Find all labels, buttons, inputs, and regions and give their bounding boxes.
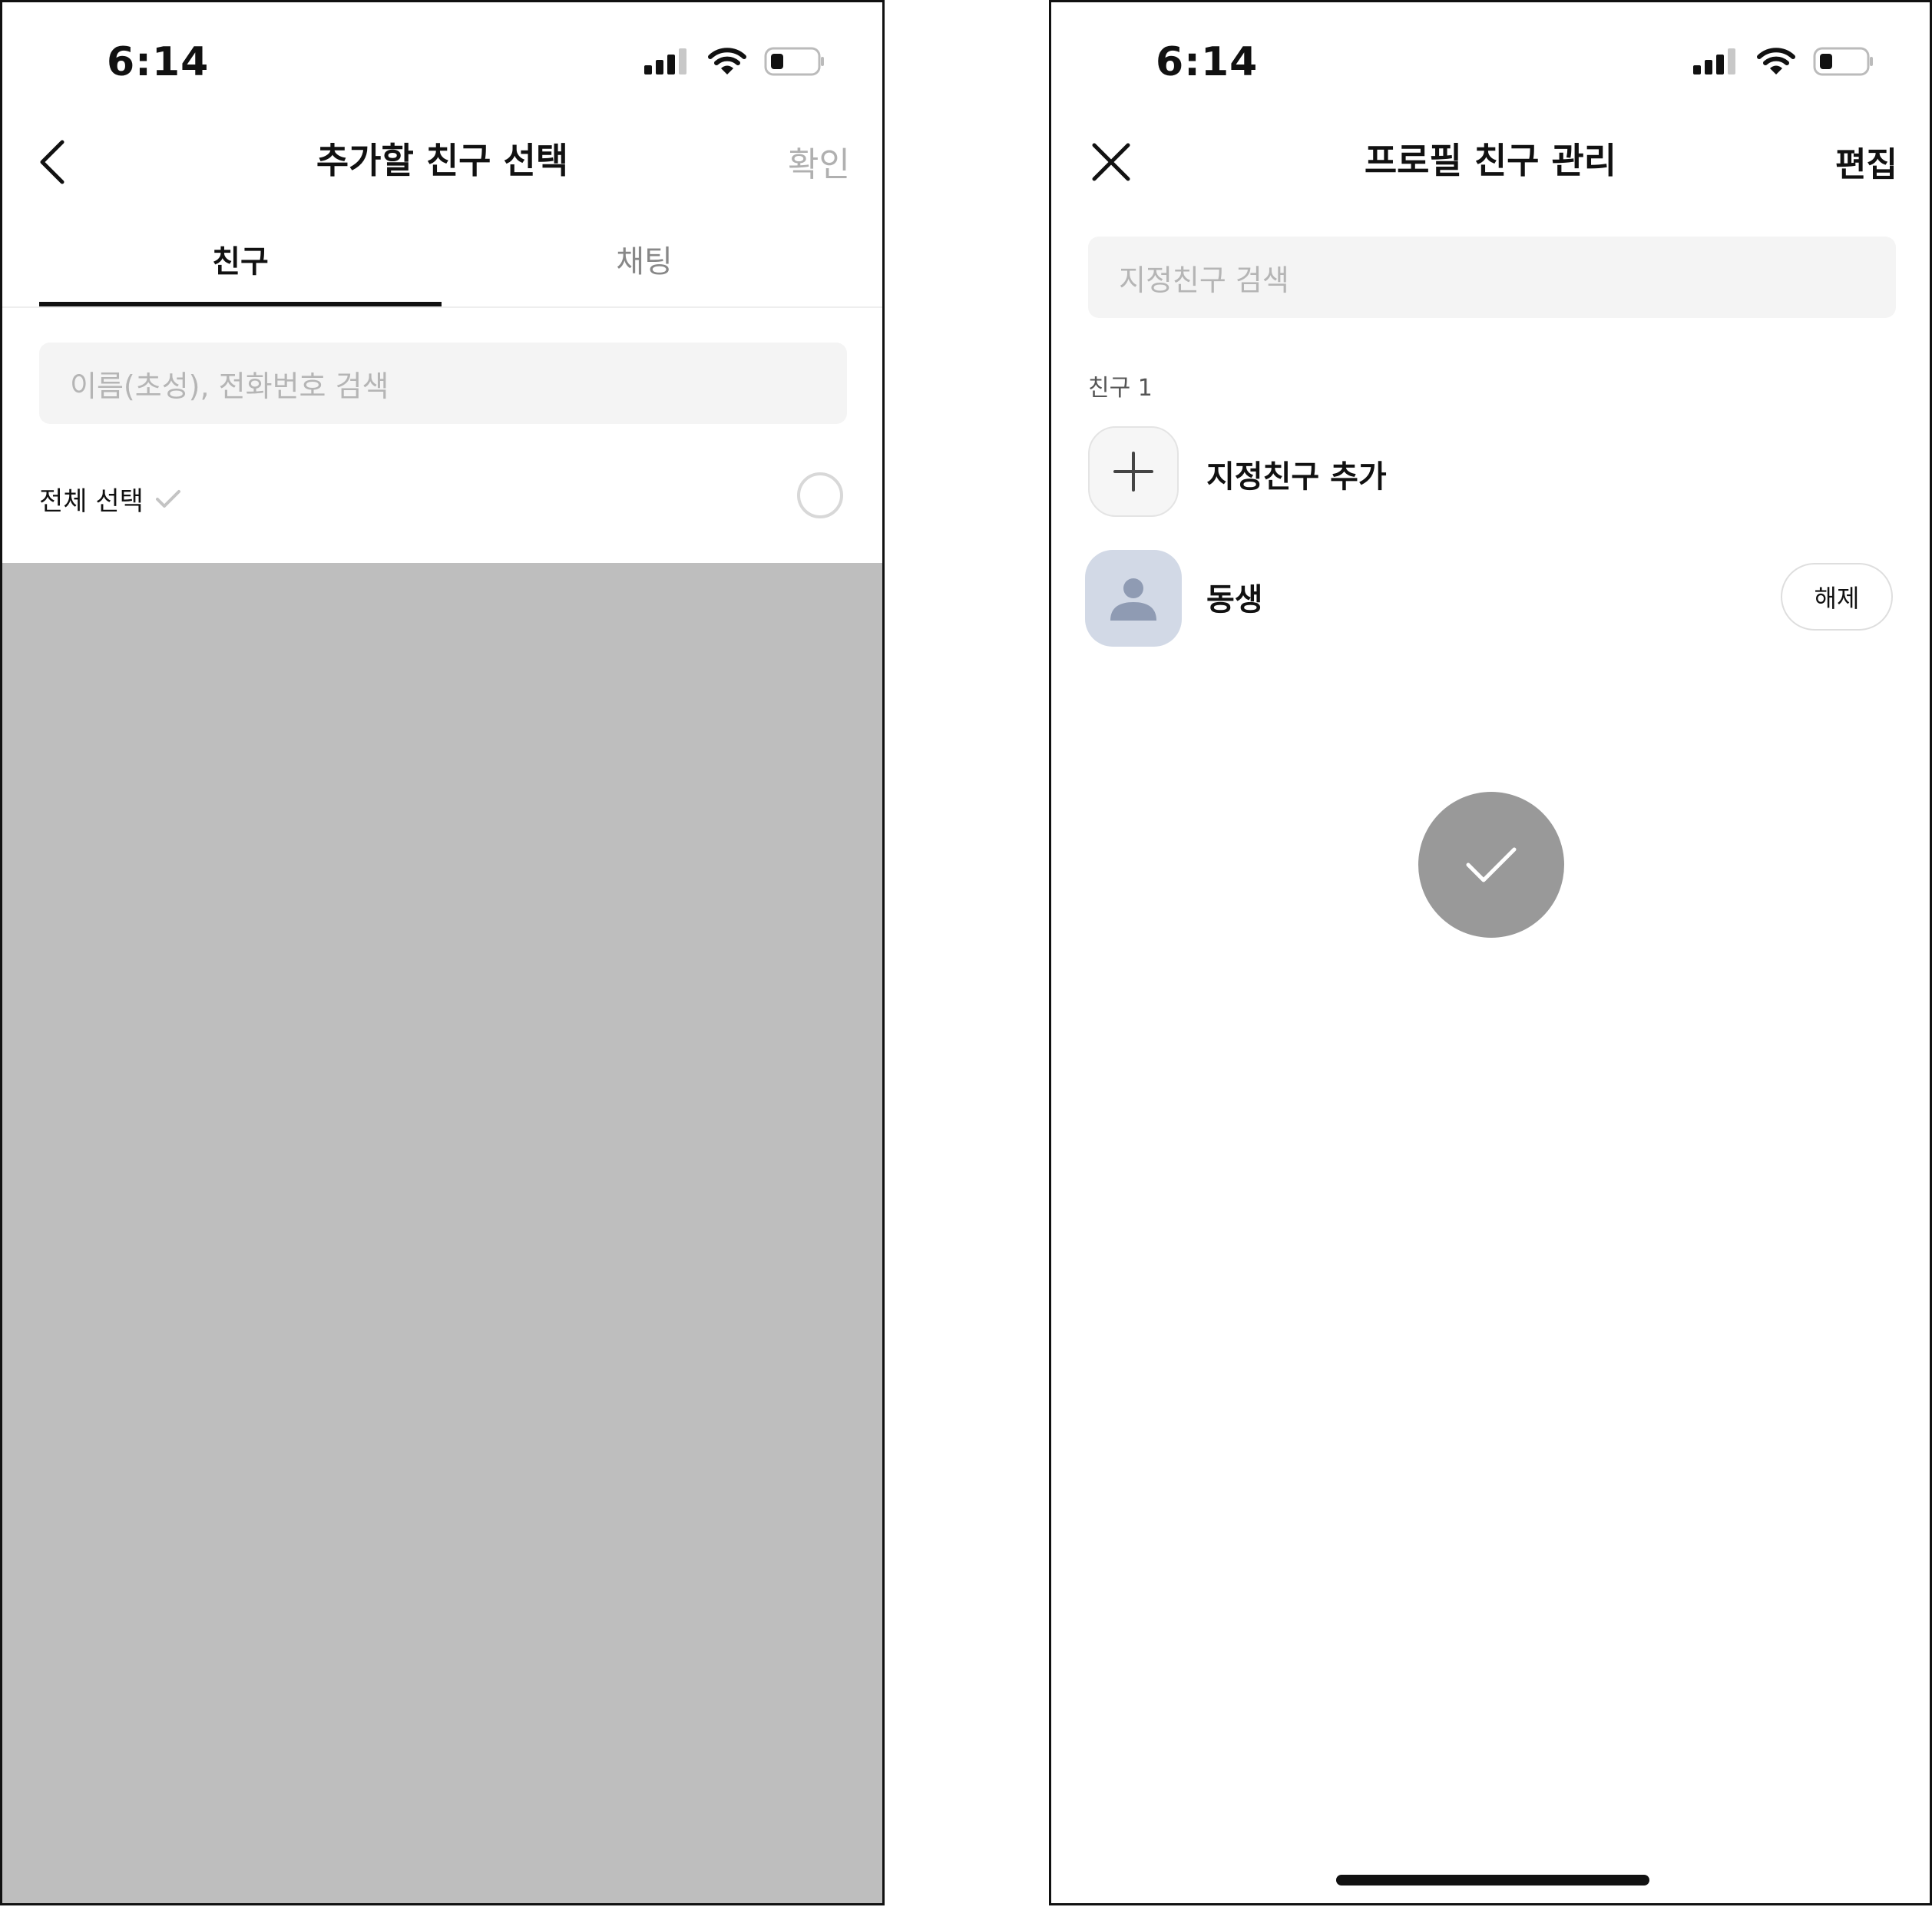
search-placeholder: 지정친구 검색 (1119, 263, 1289, 297)
check-icon (1466, 847, 1517, 882)
cellular-signal-icon (644, 48, 686, 74)
left-phone-screen: 6:14 추가할 친구 선택 확인 친구 채팅 이름(초성), 전화번호 검색 (0, 0, 885, 1905)
right-phone-screen: 6:14 프로필 친구 관리 편집 지정친구 검색 친구 1 지정친구 추가 동… (1049, 0, 1932, 1905)
tab-friends[interactable]: 친구 (39, 237, 442, 281)
confirm-fab-button[interactable] (1418, 792, 1564, 938)
designated-friend-search-input[interactable]: 지정친구 검색 (1088, 237, 1896, 318)
status-time: 6:14 (107, 39, 210, 85)
friend-name: 동생 (1206, 582, 1263, 617)
person-icon (1110, 578, 1156, 621)
status-icons (1693, 47, 1874, 76)
cellular-signal-icon (1693, 48, 1735, 74)
check-icon (155, 489, 180, 508)
search-placeholder: 이름(초성), 전화번호 검색 (70, 369, 389, 403)
status-icons (644, 47, 825, 76)
add-friend-button[interactable] (1088, 426, 1179, 517)
select-all-radio[interactable] (797, 472, 843, 518)
add-friend-label[interactable]: 지정친구 추가 (1206, 452, 1387, 496)
page-title: 프로필 친구 관리 (1364, 140, 1617, 181)
release-button[interactable]: 해제 (1781, 563, 1893, 631)
wifi-icon (1757, 48, 1795, 74)
battery-icon (1813, 47, 1873, 76)
tab-divider (2, 306, 882, 308)
dimmed-overlay (2, 563, 882, 1903)
confirm-button[interactable]: 확인 (788, 137, 850, 186)
plus-icon (1113, 452, 1153, 492)
home-indicator (1336, 1875, 1649, 1885)
select-all-label: 전체 선택 (39, 486, 144, 517)
select-all-toggle[interactable]: 전체 선택 (39, 480, 182, 518)
status-time: 6:14 (1156, 39, 1259, 85)
avatar[interactable] (1085, 550, 1182, 647)
battery-icon (764, 47, 824, 76)
wifi-icon (708, 48, 746, 74)
tab-chat[interactable]: 채팅 (443, 237, 845, 281)
edit-button[interactable]: 편집 (1835, 137, 1897, 186)
page-title: 추가할 친구 선택 (316, 140, 569, 181)
friends-section-label: 친구 1 (1088, 375, 1153, 402)
friend-search-input[interactable]: 이름(초성), 전화번호 검색 (39, 343, 847, 424)
